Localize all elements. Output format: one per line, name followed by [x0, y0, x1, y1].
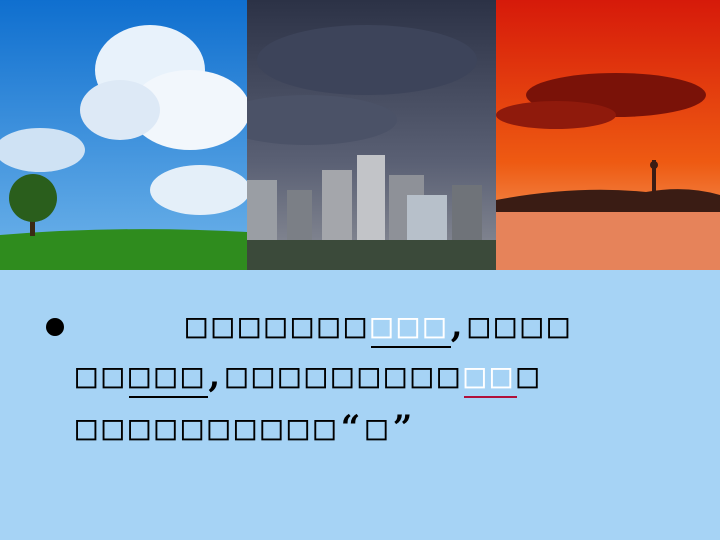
sunny-field-photo [0, 0, 247, 270]
cloudy-city-photo [247, 0, 496, 270]
fill-blank-blue: □□□ [371, 306, 451, 348]
text-segment: □□□□□□□□□ [226, 356, 465, 396]
close-quote: ” [392, 408, 419, 448]
fill-blank-red: □□ [464, 356, 518, 398]
text-line-2: □□□□□,□□□□□□□□□□□□ [76, 356, 544, 398]
text-line-1: □□□□□□□□□□,□□□□ [186, 306, 575, 348]
red-sunset-photo [496, 0, 720, 270]
text-segment: □□□□ [468, 306, 575, 346]
bullet-icon [46, 318, 64, 336]
text-line-3: □□□□□□□□□□“□” [76, 408, 418, 448]
comma: , [208, 356, 227, 396]
text-segment: □□□□□□□□□□ [76, 408, 341, 448]
text-segment: □□□□□□□ [186, 306, 372, 346]
fill-blank-black: □□□ [128, 356, 209, 398]
text-segment: □□ [76, 356, 129, 396]
text-segment: □ [366, 408, 393, 448]
text-segment: □ [517, 356, 544, 396]
photo-strip [0, 0, 720, 270]
comma: , [450, 306, 469, 346]
open-quote: “ [340, 408, 367, 448]
